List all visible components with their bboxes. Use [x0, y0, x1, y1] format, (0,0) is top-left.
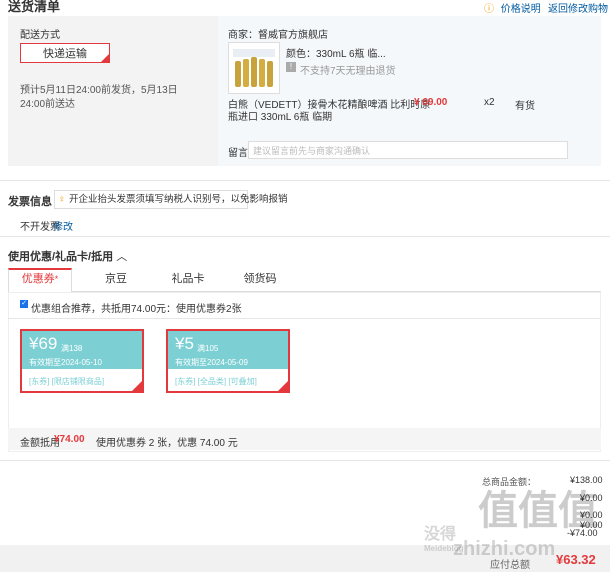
selected-corner-icon	[132, 381, 142, 391]
coupon-expiry: 有效期至2024-05-09	[175, 358, 248, 367]
watermark-site: zhizhi.com	[453, 538, 556, 560]
product-quantity: x2	[484, 97, 495, 108]
product-name-line2[interactable]: 瓶进口 330mL 6瓶 临期	[228, 108, 332, 123]
selected-corner-icon	[278, 381, 288, 391]
chevron-up-icon: ︿	[116, 251, 128, 263]
recommend-checkbox[interactable]: ✓	[20, 300, 28, 308]
tab-redeem-code[interactable]: 领货码	[228, 268, 292, 290]
delivery-estimate-line1: 预计5月11日24:00前发货，5月13日	[20, 85, 178, 96]
recommend-text: 优惠组合推荐，共抵用74.00元：使用优惠券2张	[31, 304, 242, 315]
tab-jingdou[interactable]: 京豆	[84, 268, 148, 290]
merchant-name: 商家：督威官方旗舰店	[228, 30, 328, 41]
page-title: 送货清单	[8, 0, 61, 14]
coupon-amount: ¥69	[29, 334, 58, 353]
invoice-tip-text: 开企业抬头发票须填写纳税人识别号，以免影响报销	[69, 194, 288, 205]
coupon-card-1[interactable]: ¥69 满138 有效期至2024-05-10 [东券] [限店铺限商品]	[20, 329, 144, 393]
stock-status: 有货	[515, 101, 535, 112]
coupon-tags: [东券] [全品类] [可叠加]	[175, 377, 257, 386]
coupon-summary-text: 使用优惠券 2 张，优惠 74.00 元	[96, 438, 238, 449]
no-return-text: 不支持7天无理由退货	[300, 66, 396, 77]
watermark-left-text: 没得	[424, 526, 457, 543]
product-image[interactable]	[228, 42, 280, 94]
invoice-title: 发票信息	[8, 196, 52, 208]
coupon-amount: ¥5	[175, 334, 194, 353]
coupon-expiry: 有效期至2024-05-10	[29, 358, 102, 367]
coupon-condition: 满138	[61, 344, 83, 353]
remark-input[interactable]: 建议留言前先与商家沟通确认	[248, 141, 568, 159]
coupon-summary-amount: ¥74.00	[54, 434, 85, 445]
product-color: 颜色：330mL 6瓶 临...	[286, 49, 386, 60]
invoice-tip: ♀ 开企业抬头发票须填写纳税人识别号，以免影响报销	[54, 190, 288, 209]
product-price: ¥ 69.00	[414, 97, 448, 108]
lightbulb-icon: ♀	[58, 194, 66, 205]
coupon-tags: [东券] [限店铺限商品]	[29, 377, 105, 386]
payable-value: ¥63.32	[556, 552, 596, 567]
watermark-logo: 值值值	[478, 489, 598, 533]
shipping-method-button[interactable]: 快递运输	[20, 43, 110, 63]
tab-coupons[interactable]: 优惠券*	[8, 268, 72, 290]
beer-bottles-icon	[233, 49, 275, 87]
info-icon: ⓘ	[484, 4, 494, 15]
coupons-title[interactable]: 使用优惠/礼品卡/抵用 ︿	[8, 248, 127, 264]
invoice-edit-link[interactable]: 修改	[53, 218, 73, 233]
price-help-link[interactable]: ⓘ 价格说明	[484, 0, 541, 15]
delivery-estimate-line2: 24:00前送达	[20, 99, 76, 110]
no-return-icon: !	[286, 62, 296, 72]
shipping-label: 配送方式	[20, 30, 60, 41]
coupon-condition: 满105	[197, 344, 219, 353]
tab-gift-card[interactable]: 礼品卡	[156, 268, 220, 290]
coupon-card-2[interactable]: ¥5 满105 有效期至2024-05-09 [东券] [全品类] [可叠加]	[166, 329, 290, 393]
